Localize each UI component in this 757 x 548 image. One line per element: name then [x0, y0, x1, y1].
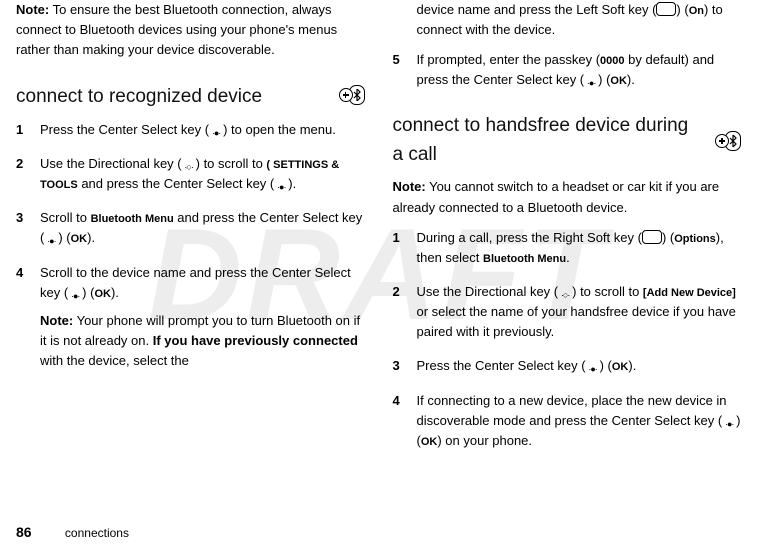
bluetooth-pair-icon: [715, 131, 741, 151]
step-text: If connecting to a new device, place the…: [417, 393, 727, 428]
step-text: and press the Center Select key (: [78, 176, 275, 191]
bluetooth-menu-label: Bluetooth Menu: [91, 213, 174, 225]
center-select-key-icon: [722, 413, 736, 424]
step-text: or select the name of your handsfree dev…: [417, 304, 736, 339]
bluetooth-menu-label: Bluetooth Menu: [483, 253, 566, 265]
step-text: If prompted, enter the passkey (: [417, 52, 601, 67]
ok-label: OK: [610, 75, 627, 87]
hf-step-2: 2 Use the Directional key ( ) to scroll t…: [393, 282, 742, 342]
directional-key-icon: [558, 284, 572, 295]
step-3: 3 Scroll to Bluetooth Menu and press the…: [16, 208, 365, 248]
options-label: Options: [674, 233, 716, 245]
note-handsfree: Note: You cannot switch to a headset or …: [393, 177, 742, 217]
cont-pre: device name and press the Left Soft key …: [417, 2, 657, 17]
step-number: 4: [393, 391, 405, 451]
step-text: ).: [627, 72, 635, 87]
step-number: 2: [393, 282, 405, 342]
page-footer: 86 connections: [16, 524, 129, 540]
add-new-device-label: [Add New Device]: [643, 287, 736, 299]
intro-text: To ensure the best Bluetooth connection,…: [16, 2, 337, 57]
center-select-key-icon: [274, 176, 288, 187]
step-text: During a call, press the Right Soft key …: [417, 230, 642, 245]
step-number: 5: [393, 50, 405, 90]
left-column: Note: To ensure the best Bluetooth conne…: [16, 0, 365, 465]
heading-connect-recognized: connect to recognized device: [16, 82, 262, 111]
left-soft-key-icon: [656, 2, 676, 16]
page-number: 86: [16, 524, 32, 540]
center-select-key-icon: [584, 72, 598, 83]
center-select-key-icon: [209, 122, 223, 133]
step-number: 1: [393, 228, 405, 268]
step-text: .: [566, 250, 570, 265]
note-label: Note:: [40, 313, 73, 328]
step5-list: 5 If prompted, enter the passkey (0000 b…: [393, 50, 742, 90]
note-bold: If you have previously connected: [153, 333, 358, 348]
continuation-text: device name and press the Left Soft key …: [417, 0, 742, 40]
note-label: Note:: [16, 2, 49, 17]
plus-icon: [715, 134, 729, 148]
step-text: Press the Center Select key (: [40, 122, 209, 137]
plus-icon: [339, 88, 353, 102]
step-text: Use the Directional key (: [417, 284, 559, 299]
step-number: 4: [16, 263, 28, 382]
section-name: connections: [65, 526, 129, 540]
center-select-key-icon: [44, 230, 58, 241]
step-5: 5 If prompted, enter the passkey (0000 b…: [393, 50, 742, 90]
step-1: 1 Press the Center Select key ( ) to open…: [16, 120, 365, 140]
step-text: Press the Center Select key (: [417, 358, 586, 373]
steps-list-right: 1 During a call, press the Right Soft ke…: [393, 228, 742, 451]
center-select-key-icon: [586, 358, 600, 369]
on-label: On: [689, 5, 704, 17]
note-text: You cannot switch to a headset or car ki…: [393, 179, 720, 214]
intro-note: Note: To ensure the best Bluetooth conne…: [16, 0, 365, 60]
step-text: ).: [288, 176, 296, 191]
step-4: 4 Scroll to the device name and press th…: [16, 263, 365, 382]
step-text: Use the Directional key (: [40, 156, 182, 171]
directional-key-icon: [182, 156, 196, 167]
ok-label: OK: [94, 288, 111, 300]
hf-step-3: 3 Press the Center Select key () (OK).: [393, 356, 742, 376]
right-soft-key-icon: [642, 230, 662, 244]
hf-step-4: 4 If connecting to a new device, place t…: [393, 391, 742, 451]
step-text: ) to scroll to: [196, 156, 267, 171]
note-text: with the device, select the: [40, 353, 189, 368]
note-label: Note:: [393, 179, 426, 194]
step-text: ) on your phone.: [437, 433, 532, 448]
passkey: 0000: [600, 55, 624, 67]
ok-label: OK: [612, 361, 629, 373]
ok-label: OK: [421, 436, 438, 448]
center-select-key-icon: [68, 285, 82, 296]
step-text: ).: [628, 358, 636, 373]
step-number: 1: [16, 120, 28, 140]
right-column: device name and press the Left Soft key …: [393, 0, 742, 465]
bluetooth-pair-icon: [339, 85, 365, 105]
step-text: ).: [111, 285, 119, 300]
step-text: ).: [87, 230, 95, 245]
steps-list-left: 1 Press the Center Select key ( ) to open…: [16, 120, 365, 381]
step-number: 3: [393, 356, 405, 376]
step-number: 3: [16, 208, 28, 248]
heading-connect-handsfree: connect to handsfree device during a cal…: [393, 111, 704, 170]
step-text: ) to scroll to: [572, 284, 643, 299]
step-number: 2: [16, 154, 28, 194]
step-text: ) to open the menu.: [223, 122, 336, 137]
step-text: Scroll to: [40, 210, 91, 225]
step-2: 2 Use the Directional key ( ) to scroll t…: [16, 154, 365, 194]
hf-step-1: 1 During a call, press the Right Soft ke…: [393, 228, 742, 268]
ok-label: OK: [71, 233, 88, 245]
